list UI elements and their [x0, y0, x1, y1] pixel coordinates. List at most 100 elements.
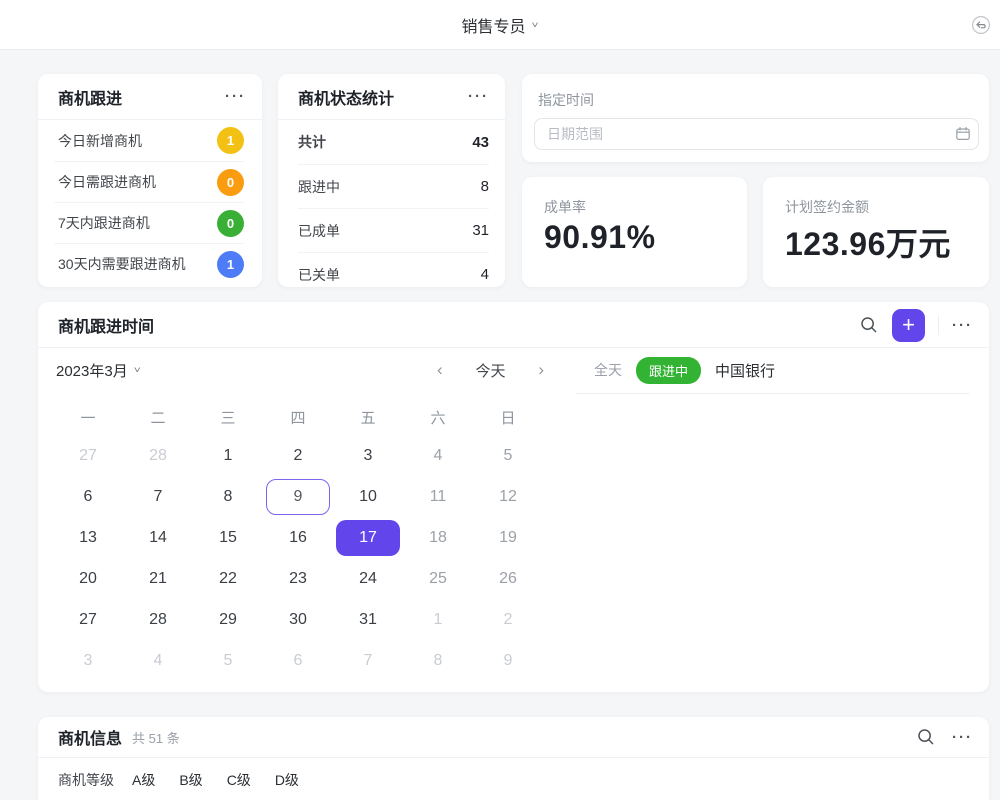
- more-icon[interactable]: ···: [225, 89, 246, 104]
- calendar-day[interactable]: 22: [193, 558, 263, 599]
- status-stats-rows: 共计43跟进中8已成单31已关单4: [298, 120, 489, 287]
- calendar-day[interactable]: 9: [473, 640, 543, 681]
- follow-up-row[interactable]: 今日新增商机1: [54, 120, 244, 161]
- calendar-grid: 一二三四五六日 27281234567891011121314151617181…: [53, 404, 543, 681]
- calendar-day[interactable]: 15: [193, 517, 263, 558]
- calendar-day[interactable]: 26: [473, 558, 543, 599]
- follow-up-row[interactable]: 今日需跟进商机0: [54, 161, 244, 202]
- calendar-day[interactable]: 21: [123, 558, 193, 599]
- calendar-day[interactable]: 3: [333, 435, 403, 476]
- calendar-day-number: 23: [266, 561, 330, 597]
- calendar-day[interactable]: 4: [123, 640, 193, 681]
- calendar-day-number: 4: [126, 643, 190, 679]
- calendar-day-number: 15: [196, 520, 260, 556]
- calendar-day-number: 11: [406, 479, 470, 515]
- filter-option[interactable]: B级: [179, 770, 202, 790]
- today-button[interactable]: 今天: [475, 360, 505, 381]
- date-range-field[interactable]: [534, 118, 979, 150]
- calendar-day[interactable]: 2: [263, 435, 333, 476]
- follow-up-card-header: 商机跟进 ···: [38, 74, 262, 120]
- calendar-day[interactable]: 11: [403, 476, 473, 517]
- calendar-day[interactable]: 14: [123, 517, 193, 558]
- status-row: 跟进中8: [298, 164, 489, 208]
- calendar-day-number: 12: [476, 479, 540, 515]
- calendar-day[interactable]: 6: [53, 476, 123, 517]
- status-row-value: 4: [481, 266, 489, 283]
- calendar-day[interactable]: 10: [333, 476, 403, 517]
- calendar-day[interactable]: 19: [473, 517, 543, 558]
- weekday-label: 日: [473, 404, 543, 430]
- calendar-day-number: 3: [56, 643, 120, 679]
- calendar-day-number: 16: [266, 520, 330, 556]
- follow-up-card: 商机跟进 ··· 今日新增商机1今日需跟进商机07天内跟进商机030天内需要跟进…: [38, 74, 262, 287]
- calendar-day[interactable]: 27: [53, 435, 123, 476]
- calendar-day-number: 2: [476, 602, 540, 638]
- calendar-day[interactable]: 27: [53, 599, 123, 640]
- add-button[interactable]: +: [892, 309, 925, 342]
- date-range-input[interactable]: [535, 126, 948, 142]
- follow-up-rows: 今日新增商机1今日需跟进商机07天内跟进商机030天内需要跟进商机1: [54, 120, 244, 284]
- more-icon[interactable]: ···: [468, 89, 489, 104]
- calendar-day[interactable]: 13: [53, 517, 123, 558]
- follow-up-row[interactable]: 7天内跟进商机0: [54, 202, 244, 243]
- calendar-day[interactable]: 8: [403, 640, 473, 681]
- more-icon[interactable]: ···: [952, 730, 973, 745]
- opportunity-info-title: 商机信息: [58, 725, 122, 749]
- calendar-day[interactable]: 20: [53, 558, 123, 599]
- opportunity-info-card: 商机信息 共 51 条 ··· 商机等级 A级B级C级D级: [38, 717, 989, 800]
- opportunity-info-header: 商机信息 共 51 条 ···: [38, 717, 989, 758]
- calendar-day[interactable]: 6: [263, 640, 333, 681]
- calendar-day[interactable]: 16: [263, 517, 333, 558]
- calendar-day[interactable]: 18: [403, 517, 473, 558]
- calendar-day[interactable]: 1: [193, 435, 263, 476]
- calendar-day-number: 31: [336, 602, 400, 638]
- share-icon[interactable]: [968, 12, 994, 38]
- deal-rate-label: 成单率: [544, 197, 586, 217]
- follow-time-card: 商机跟进时间 + ··· 2023年3月 ˅ ‹ 今天 ›: [38, 302, 989, 692]
- calendar-day-number: 9: [266, 479, 330, 515]
- planned-amount-value: 123.96万元: [785, 219, 951, 265]
- weekday-label: 四: [263, 404, 333, 430]
- calendar-icon[interactable]: [948, 126, 978, 142]
- search-icon[interactable]: [916, 727, 936, 747]
- planned-amount-label: 计划签约金额: [785, 197, 869, 217]
- event-allday-label: 全天: [594, 360, 622, 380]
- filter-option[interactable]: A级: [132, 770, 155, 790]
- month-label: 2023年3月: [56, 360, 128, 381]
- status-row-label: 已关单: [298, 265, 340, 285]
- search-icon[interactable]: [859, 315, 879, 335]
- weekday-label: 三: [193, 404, 263, 430]
- event-item[interactable]: 全天 跟进中 中国银行: [594, 352, 775, 388]
- calendar-day[interactable]: 23: [263, 558, 333, 599]
- filter-option[interactable]: C级: [227, 770, 251, 790]
- calendar-day[interactable]: 17: [333, 517, 403, 558]
- chevron-down-icon: ˅: [134, 364, 141, 375]
- calendar-day[interactable]: 25: [403, 558, 473, 599]
- calendar-day[interactable]: 28: [123, 599, 193, 640]
- calendar-day[interactable]: 7: [123, 476, 193, 517]
- follow-up-row[interactable]: 30天内需要跟进商机1: [54, 243, 244, 284]
- calendar-day[interactable]: 1: [403, 599, 473, 640]
- role-switcher[interactable]: 销售专员 ˅: [461, 0, 538, 50]
- calendar-day[interactable]: 29: [193, 599, 263, 640]
- calendar-day[interactable]: 31: [333, 599, 403, 640]
- calendar-day[interactable]: 2: [473, 599, 543, 640]
- calendar-day[interactable]: 4: [403, 435, 473, 476]
- calendar-day[interactable]: 8: [193, 476, 263, 517]
- calendar-day[interactable]: 3: [53, 640, 123, 681]
- next-month-icon[interactable]: ›: [534, 360, 548, 380]
- calendar-day[interactable]: 5: [473, 435, 543, 476]
- filter-option[interactable]: D级: [275, 770, 299, 790]
- calendar-day[interactable]: 9: [263, 476, 333, 517]
- calendar-day[interactable]: 30: [263, 599, 333, 640]
- calendar-day[interactable]: 12: [473, 476, 543, 517]
- calendar-day-number: 6: [56, 479, 120, 515]
- calendar-day[interactable]: 28: [123, 435, 193, 476]
- prev-month-icon[interactable]: ‹: [433, 360, 447, 380]
- calendar-day[interactable]: 24: [333, 558, 403, 599]
- calendar-day[interactable]: 7: [333, 640, 403, 681]
- more-icon[interactable]: ···: [952, 318, 973, 333]
- month-selector[interactable]: 2023年3月 ˅: [56, 348, 141, 392]
- grade-filter-row: 商机等级 A级B级C级D级: [58, 758, 323, 800]
- calendar-day[interactable]: 5: [193, 640, 263, 681]
